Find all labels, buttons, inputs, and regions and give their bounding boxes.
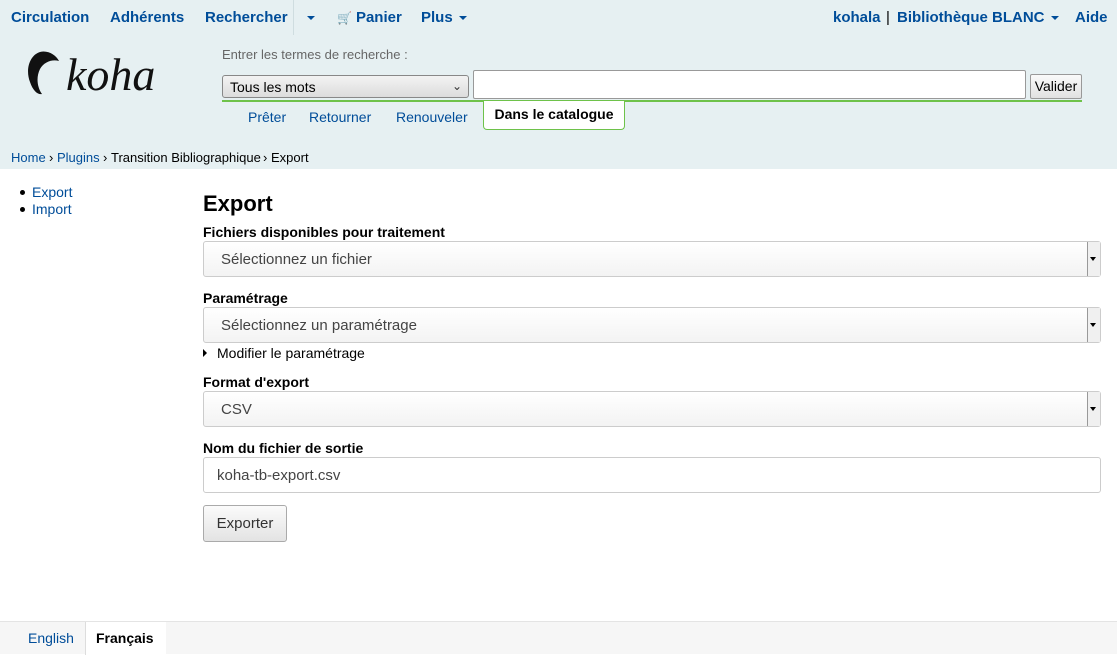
select-arrow-icon bbox=[1087, 308, 1100, 342]
files-select[interactable]: Sélectionnez un fichier bbox=[203, 241, 1101, 277]
lang-english[interactable]: English bbox=[28, 630, 74, 646]
koha-logo[interactable]: koha bbox=[26, 49, 186, 100]
nav-rechercher-dropdown[interactable] bbox=[301, 9, 315, 26]
chevron-down-icon bbox=[1050, 16, 1059, 21]
files-label: Fichiers disponibles pour traitement bbox=[203, 224, 445, 240]
filename-label: Nom du fichier de sortie bbox=[203, 440, 364, 456]
page-title: Export bbox=[203, 191, 273, 216]
lang-french: Français bbox=[86, 622, 166, 655]
param-select-value: Sélectionnez un paramétrage bbox=[221, 317, 417, 334]
tab-preter[interactable]: Prêter bbox=[248, 109, 286, 125]
select-arrow-icon bbox=[1087, 242, 1100, 276]
koha-logo-icon: koha bbox=[28, 49, 155, 100]
lang-french-label: Français bbox=[96, 630, 154, 646]
chevron-down-icon bbox=[307, 16, 315, 21]
chevron-down-icon: ⌄ bbox=[451, 79, 462, 93]
format-select[interactable]: CSV bbox=[203, 391, 1101, 427]
header: koha Entrer les termes de recherche : To… bbox=[0, 35, 1117, 146]
breadcrumb-current: Export bbox=[271, 150, 309, 165]
breadcrumb-plugin: Transition Bibliographique bbox=[111, 150, 261, 165]
filename-input[interactable]: koha-tb-export.csv bbox=[203, 457, 1101, 493]
breadcrumb-separator: › bbox=[263, 150, 268, 165]
nav-library-label: Bibliothèque BLANC bbox=[897, 9, 1045, 26]
tab-catalogue[interactable]: Dans le catalogue bbox=[483, 101, 625, 130]
files-select-value: Sélectionnez un fichier bbox=[221, 251, 372, 268]
breadcrumb-separator: › bbox=[49, 150, 54, 165]
search-hint: Entrer les termes de recherche : bbox=[222, 47, 408, 62]
nav-divider bbox=[293, 0, 294, 35]
sidebar-link-import[interactable]: Import bbox=[32, 201, 72, 217]
nav-plus-label: Plus bbox=[421, 9, 453, 26]
export-button[interactable]: Exporter bbox=[203, 505, 287, 542]
bullet-icon bbox=[20, 190, 25, 195]
search-type-value: Tous les mots bbox=[230, 79, 316, 95]
select-arrow-icon bbox=[1087, 392, 1100, 426]
breadcrumb: Home › Plugins › Transition Bibliographi… bbox=[0, 146, 1117, 169]
chevron-down-icon bbox=[458, 16, 467, 21]
breadcrumb-home[interactable]: Home bbox=[11, 146, 46, 169]
param-select[interactable]: Sélectionnez un paramétrage bbox=[203, 307, 1101, 343]
footer-language-bar: English Français bbox=[0, 621, 1117, 655]
top-navbar: Circulation Adhérents Rechercher 🛒 Panier… bbox=[0, 0, 1117, 35]
breadcrumb-separator: › bbox=[103, 150, 108, 165]
tab-retourner[interactable]: Retourner bbox=[309, 109, 371, 125]
sidebar-link-export[interactable]: Export bbox=[32, 184, 72, 200]
caret-right-icon bbox=[203, 349, 207, 357]
nav-aide[interactable]: Aide bbox=[1075, 9, 1108, 26]
bullet-icon bbox=[20, 207, 25, 212]
nav-library[interactable]: Bibliothèque BLANC bbox=[897, 9, 1059, 26]
search-type-select[interactable]: Tous les mots ⌄ bbox=[222, 75, 469, 98]
nav-plus[interactable]: Plus bbox=[421, 9, 467, 26]
tab-underline bbox=[222, 100, 1082, 102]
breadcrumb-plugins[interactable]: Plugins bbox=[57, 146, 100, 169]
nav-circulation[interactable]: Circulation bbox=[11, 9, 89, 26]
search-submit-button[interactable]: Valider bbox=[1030, 74, 1082, 99]
format-label: Format d'export bbox=[203, 374, 310, 390]
search-input[interactable] bbox=[473, 70, 1026, 99]
tab-renouveler[interactable]: Renouveler bbox=[396, 109, 468, 125]
koha-logo-text: koha bbox=[66, 49, 155, 99]
nav-user[interactable]: kohala bbox=[833, 9, 881, 26]
nav-panier[interactable]: 🛒 Panier bbox=[337, 9, 402, 26]
param-toggle-label: Modifier le paramétrage bbox=[217, 345, 365, 361]
param-label: Paramétrage bbox=[203, 290, 288, 306]
nav-panier-label: Panier bbox=[355, 9, 402, 26]
nav-rechercher[interactable]: Rechercher bbox=[205, 9, 288, 26]
filename-input-value: koha-tb-export.csv bbox=[217, 467, 341, 484]
nav-user-separator: | bbox=[886, 9, 890, 26]
nav-adherents[interactable]: Adhérents bbox=[110, 9, 184, 26]
cart-icon: 🛒 bbox=[337, 11, 352, 25]
format-select-value: CSV bbox=[221, 401, 252, 418]
